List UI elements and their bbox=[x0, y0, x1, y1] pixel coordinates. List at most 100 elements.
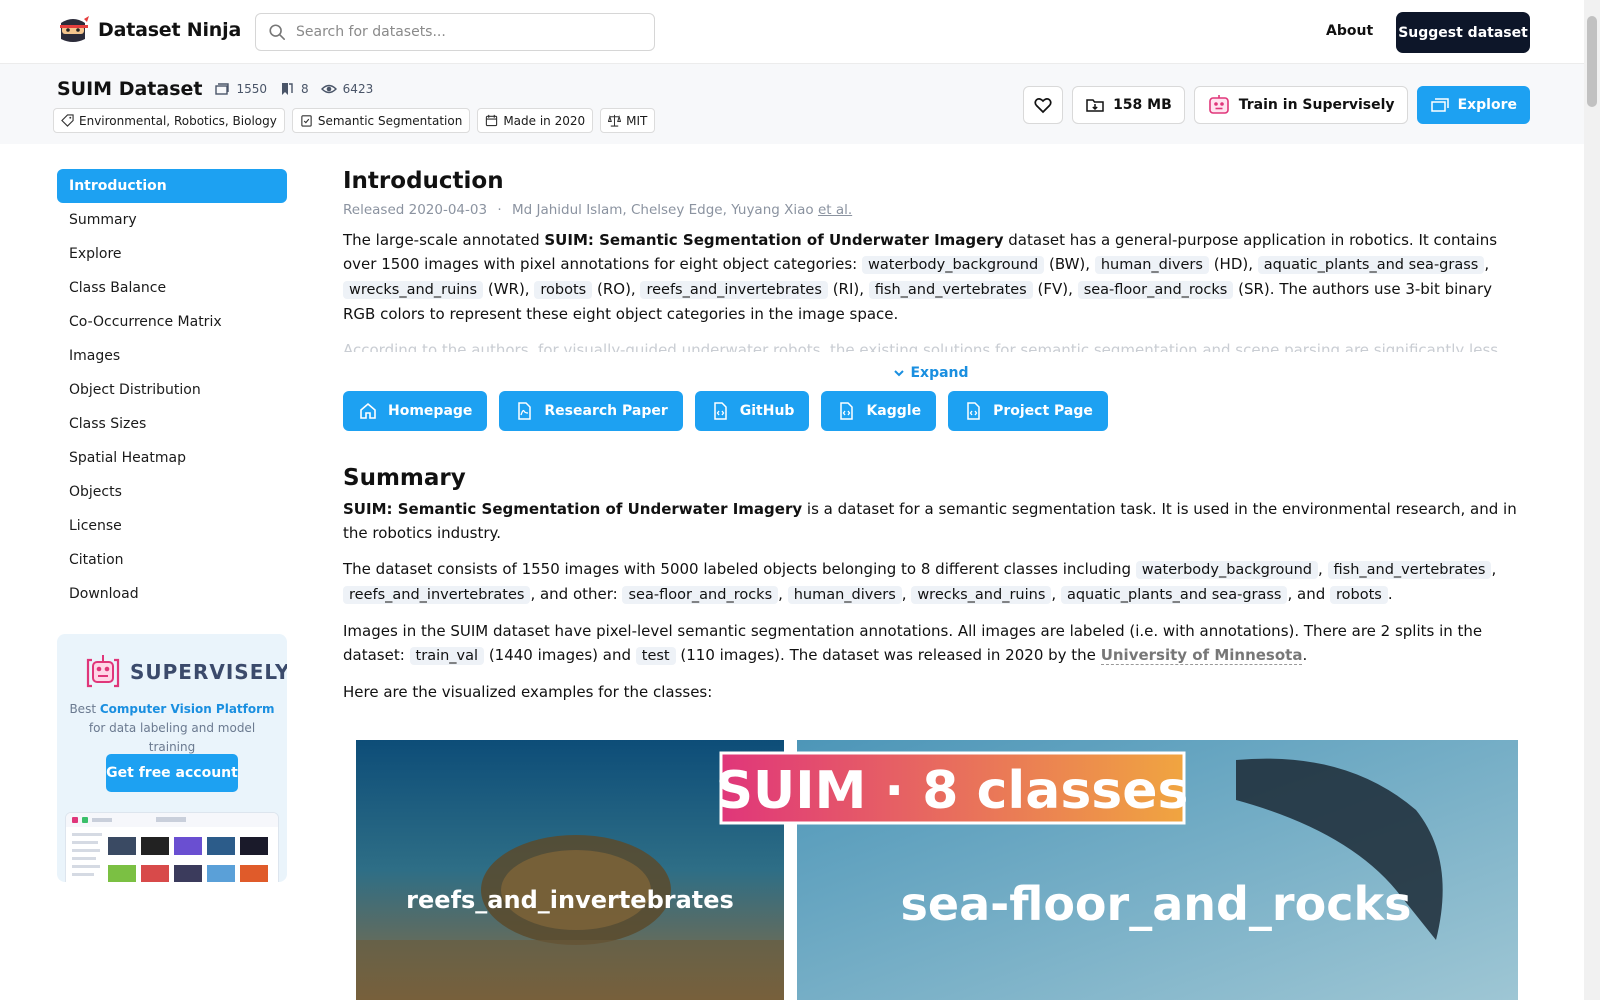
class-pill[interactable]: fish_and_vertebrates bbox=[1327, 561, 1492, 579]
main-content: Introduction Released 2020-04-03 · Md Ja… bbox=[343, 168, 1518, 1000]
sidebar-item-introduction[interactable]: Introduction bbox=[57, 169, 287, 203]
sidebar-item-explore[interactable]: Explore bbox=[57, 237, 287, 271]
top-navbar: Dataset Ninja About Suggest dataset bbox=[0, 0, 1584, 64]
homepage-label: Homepage bbox=[388, 403, 473, 419]
class-pill[interactable]: waterbody_background bbox=[862, 256, 1045, 274]
class-pill[interactable]: reefs_and_invertebrates bbox=[343, 586, 531, 604]
class-pill[interactable]: waterbody_background bbox=[1135, 561, 1318, 579]
images-icon bbox=[215, 83, 230, 95]
visualization-art: SUIM · 8 classes reefs_and_invertebrates… bbox=[356, 740, 1518, 1000]
tag-label: Semantic Segmentation bbox=[317, 113, 463, 128]
class-pill[interactable]: wrecks_and_ruins bbox=[911, 586, 1052, 604]
class-pill[interactable]: fish_and_vertebrates bbox=[868, 281, 1033, 299]
release-date: Released 2020-04-03 bbox=[343, 202, 488, 218]
download-size-button[interactable]: 158 MB bbox=[1072, 86, 1185, 124]
sidebar-item-class-balance[interactable]: Class Balance bbox=[57, 271, 287, 305]
research-paper-label: Research Paper bbox=[544, 403, 668, 419]
train-in-supervisely-button[interactable]: Train in Supervisely bbox=[1193, 86, 1408, 124]
summary-heading: Summary bbox=[343, 465, 466, 491]
like-button[interactable] bbox=[1023, 86, 1064, 124]
sidebar-item-object-distribution[interactable]: Object Distribution bbox=[57, 373, 287, 407]
promo-platform-link[interactable]: Computer Vision Platform bbox=[100, 702, 275, 716]
explore-button[interactable]: Explore bbox=[1416, 86, 1530, 124]
class-abbr: (SR). bbox=[1238, 280, 1275, 298]
project-page-label: Project Page bbox=[993, 403, 1093, 419]
sidebar-item-class-sizes[interactable]: Class Sizes bbox=[57, 407, 287, 441]
expand-label: Expand bbox=[910, 365, 969, 381]
class-abbr: (RO), bbox=[596, 280, 636, 298]
class-pill[interactable]: sea-floor_and_rocks bbox=[1077, 281, 1234, 299]
tag-year[interactable]: Made in 2020 bbox=[477, 108, 594, 133]
github-button[interactable]: GitHub bbox=[694, 391, 810, 431]
authors: Md Jahidul Islam, Chelsey Edge, Yuyang X… bbox=[511, 202, 814, 218]
explore-label: Explore bbox=[1457, 97, 1517, 113]
brand-name: Dataset Ninja bbox=[98, 19, 242, 41]
class-abbr: (BW), bbox=[1048, 255, 1091, 273]
summary-text: , and other: bbox=[530, 585, 623, 603]
code-file-icon bbox=[714, 402, 727, 420]
expand-button[interactable]: Expand bbox=[343, 365, 1518, 381]
summary-paragraph-4: Here are the visualized examples for the… bbox=[343, 683, 713, 701]
sidebar-item-images[interactable]: Images bbox=[57, 339, 287, 373]
ninja-logo-icon bbox=[60, 16, 89, 42]
class-pill[interactable]: human_divers bbox=[787, 586, 902, 604]
tag-task[interactable]: Semantic Segmentation bbox=[291, 108, 471, 133]
supervisely-robot-icon bbox=[1208, 95, 1229, 114]
class-abbr: (FV), bbox=[1037, 280, 1073, 298]
images-count-value: 1550 bbox=[236, 82, 268, 96]
class-pill[interactable]: sea-floor_and_rocks bbox=[622, 586, 779, 604]
class-pill[interactable]: aquatic_plants_and sea-grass bbox=[1257, 256, 1485, 274]
supervisely-wordmark: SUPERVISELY bbox=[130, 660, 287, 684]
organization-link[interactable]: University of Minnesota bbox=[1100, 646, 1303, 665]
class-pill[interactable]: aquatic_plants_and sea-grass bbox=[1060, 586, 1288, 604]
summary-text: (110 images). The dataset was released i… bbox=[675, 646, 1101, 664]
scrollbar-thumb[interactable] bbox=[1587, 16, 1597, 107]
class-abbr: (RI), bbox=[832, 280, 865, 298]
sidebar-item-citation[interactable]: Citation bbox=[57, 543, 287, 577]
release-meta: Released 2020-04-03 · Md Jahidul Islam, … bbox=[343, 202, 1518, 218]
supervisely-promo-card: SUPERVISELY Best Computer Vision Platfor… bbox=[57, 634, 287, 882]
sidebar-item-co-occurrence-matrix[interactable]: Co-Occurrence Matrix bbox=[57, 305, 287, 339]
get-free-account-button[interactable]: Get free account bbox=[106, 754, 238, 792]
tag-license[interactable]: MIT bbox=[600, 108, 656, 133]
search-box[interactable] bbox=[255, 13, 655, 51]
class-visualization-image: SUIM · 8 classes reefs_and_invertebrates… bbox=[356, 740, 1518, 1000]
split-pill[interactable]: train_val bbox=[409, 647, 485, 665]
research-paper-button[interactable]: Research Paper bbox=[499, 391, 683, 431]
search-input[interactable] bbox=[296, 24, 636, 40]
class-pill[interactable]: human_divers bbox=[1094, 256, 1209, 274]
views-count-value: 6423 bbox=[342, 82, 374, 96]
et-al-link[interactable]: et al. bbox=[818, 202, 852, 218]
sidebar-item-download[interactable]: Download bbox=[57, 577, 287, 611]
heart-icon bbox=[1034, 98, 1052, 114]
suggest-dataset-button[interactable]: Suggest dataset bbox=[1396, 12, 1530, 53]
about-link[interactable]: About bbox=[1326, 23, 1373, 39]
sidebar-item-objects[interactable]: Objects bbox=[57, 475, 287, 509]
tag-label: MIT bbox=[626, 113, 648, 128]
class-pill[interactable]: wrecks_and_ruins bbox=[343, 281, 484, 299]
summary-paragraph-1: SUIM: Semantic Segmentation of Underwate… bbox=[343, 497, 1518, 545]
github-label: GitHub bbox=[739, 403, 795, 419]
tags-icon bbox=[282, 83, 293, 95]
sidebar-item-spatial-heatmap[interactable]: Spatial Heatmap bbox=[57, 441, 287, 475]
class-pill[interactable]: reefs_and_invertebrates bbox=[640, 281, 828, 299]
class-pill[interactable]: robots bbox=[534, 281, 593, 299]
summary-text: , and bbox=[1287, 585, 1331, 603]
dataset-header: SUIM Dataset 1550 8 6423 Environmental, … bbox=[0, 64, 1584, 144]
scale-icon bbox=[608, 114, 622, 127]
dataset-title: SUIM Dataset bbox=[57, 78, 203, 100]
train-label: Train in Supervisely bbox=[1238, 97, 1395, 113]
sidebar-item-license[interactable]: License bbox=[57, 509, 287, 543]
sidebar-item-summary[interactable]: Summary bbox=[57, 203, 287, 237]
homepage-button[interactable]: Homepage bbox=[343, 391, 488, 431]
kaggle-button[interactable]: Kaggle bbox=[821, 391, 937, 431]
sidebar-nav: Introduction Summary Explore Class Balan… bbox=[57, 169, 287, 611]
class-pill[interactable]: robots bbox=[1330, 586, 1388, 604]
classes-count: 8 bbox=[279, 81, 309, 97]
brand[interactable]: Dataset Ninja bbox=[57, 15, 241, 45]
page-scrollbar[interactable] bbox=[1584, 0, 1600, 1000]
tag-label: Environmental, Robotics, Biology bbox=[79, 113, 277, 128]
split-pill[interactable]: test bbox=[635, 647, 676, 665]
tag-industries[interactable]: Environmental, Robotics, Biology bbox=[53, 108, 285, 133]
project-page-button[interactable]: Project Page bbox=[948, 391, 1108, 431]
